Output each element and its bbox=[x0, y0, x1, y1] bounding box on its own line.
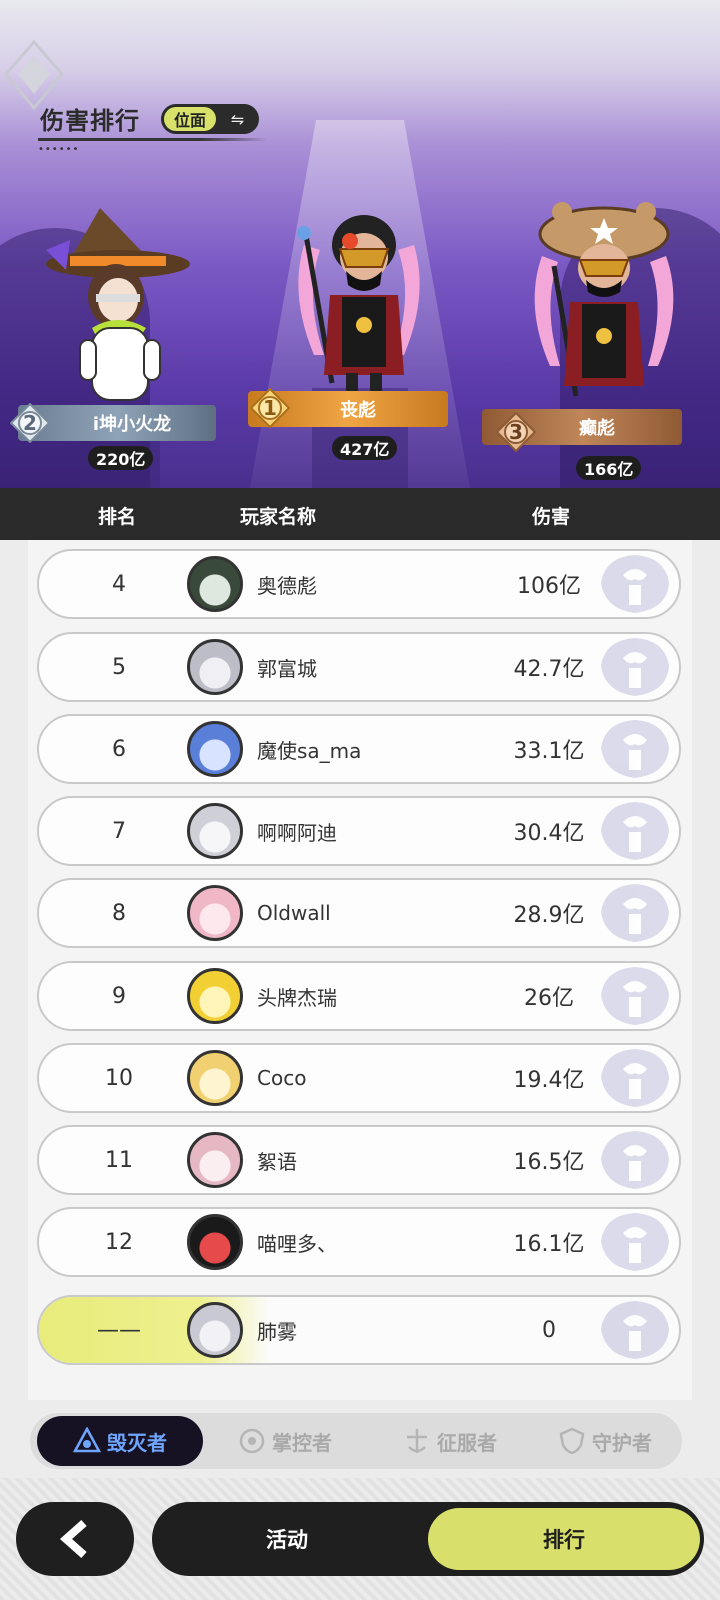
row-rank: 4 bbox=[112, 571, 126, 597]
row-rank: 10 bbox=[105, 1065, 133, 1091]
row-rank: 12 bbox=[105, 1229, 133, 1255]
player-avatar[interactable] bbox=[187, 1050, 243, 1106]
row-rank: —— bbox=[97, 1317, 141, 1343]
row-rank: 5 bbox=[112, 654, 126, 680]
table-row[interactable]: 7 啊啊阿迪 30.4亿 bbox=[37, 796, 681, 866]
table-row[interactable]: 11 絮语 16.5亿 bbox=[37, 1125, 681, 1195]
plane-label: 位面 bbox=[164, 107, 216, 131]
title-underline bbox=[38, 138, 268, 141]
row-emblem-icon bbox=[601, 720, 669, 778]
player-avatar[interactable] bbox=[187, 1302, 243, 1358]
player-name: Coco bbox=[257, 1066, 307, 1090]
player-name: 奥德彪 bbox=[257, 573, 317, 598]
controller-icon bbox=[239, 1428, 265, 1454]
row-rank: 8 bbox=[112, 900, 126, 926]
row-rank: 7 bbox=[112, 818, 126, 844]
back-button[interactable] bbox=[16, 1502, 134, 1576]
player-avatar[interactable] bbox=[187, 639, 243, 695]
row-emblem-icon bbox=[601, 967, 669, 1025]
destroyer-icon bbox=[73, 1427, 101, 1453]
tab-ranking[interactable]: 排行 bbox=[428, 1508, 700, 1570]
player-avatar[interactable] bbox=[187, 803, 243, 859]
rank-2-medal-icon: 2 bbox=[10, 403, 50, 443]
guardian-icon bbox=[559, 1427, 585, 1455]
table-row[interactable]: 4 奥德彪 106亿 bbox=[37, 549, 681, 619]
player-avatar[interactable] bbox=[187, 1214, 243, 1270]
row-emblem-icon bbox=[601, 1213, 669, 1271]
player-name: 啊啊阿迪 bbox=[257, 820, 337, 845]
page-title: 伤害排行 bbox=[40, 107, 140, 135]
row-rank: 6 bbox=[112, 736, 126, 762]
table-row[interactable]: 6 魔使sa_ma 33.1亿 bbox=[37, 714, 681, 784]
player-name: 絮语 bbox=[257, 1149, 297, 1174]
column-header-rank: 排名 bbox=[98, 506, 137, 528]
column-header-player: 玩家名称 bbox=[240, 506, 317, 528]
table-row[interactable]: 12 喵哩多、 16.1亿 bbox=[37, 1207, 681, 1277]
player-name: 肺雾 bbox=[257, 1319, 297, 1344]
player-avatar[interactable] bbox=[187, 556, 243, 612]
self-rank-row[interactable]: —— 肺雾 0 bbox=[37, 1295, 681, 1365]
table-row[interactable]: 8 Oldwall 28.9亿 bbox=[37, 878, 681, 948]
player-avatar[interactable] bbox=[187, 721, 243, 777]
table-row[interactable]: 10 Coco 19.4亿 bbox=[37, 1043, 681, 1113]
tab-destroyer[interactable]: 毁灭者 bbox=[37, 1416, 203, 1466]
rank-1-medal-icon: 1 bbox=[250, 388, 290, 428]
swap-icon: ⇋ bbox=[230, 109, 245, 129]
player-name: 喵哩多、 bbox=[257, 1231, 337, 1256]
player-avatar[interactable] bbox=[187, 968, 243, 1024]
table-row[interactable]: 9 头牌杰瑞 26亿 bbox=[37, 961, 681, 1031]
row-rank: 9 bbox=[112, 983, 126, 1009]
podium-damage-rank-2: 220亿 bbox=[88, 446, 154, 470]
row-emblem-icon bbox=[601, 638, 669, 696]
tab-activity[interactable]: 活动 bbox=[152, 1502, 422, 1576]
row-emblem-icon bbox=[601, 802, 669, 860]
row-emblem-icon bbox=[601, 555, 669, 613]
player-name: 魔使sa_ma bbox=[257, 738, 362, 763]
table-header: 排名 玩家名称 伤害 bbox=[0, 488, 720, 540]
player-avatar[interactable] bbox=[187, 885, 243, 941]
character-rank-3-avatar[interactable] bbox=[524, 196, 684, 406]
column-header-damage: 伤害 bbox=[532, 506, 571, 528]
chevron-left-icon bbox=[59, 1520, 87, 1558]
podium-damage-rank-3: 166亿 bbox=[576, 456, 642, 480]
player-name: 郭富城 bbox=[257, 656, 317, 681]
row-emblem-icon bbox=[601, 1131, 669, 1189]
tab-conqueror[interactable]: 征服者 bbox=[375, 1416, 525, 1466]
table-row[interactable]: 5 郭富城 42.7亿 bbox=[37, 632, 681, 702]
tab-controller[interactable]: 掌控者 bbox=[210, 1416, 360, 1466]
row-emblem-icon bbox=[601, 1049, 669, 1107]
conqueror-icon bbox=[407, 1429, 427, 1453]
player-avatar[interactable] bbox=[187, 1132, 243, 1188]
tab-guardian[interactable]: 守护者 bbox=[530, 1416, 680, 1466]
row-emblem-icon bbox=[601, 884, 669, 942]
corner-ornament-icon bbox=[4, 40, 64, 110]
character-rank-1-avatar[interactable] bbox=[284, 205, 434, 395]
podium-damage-rank-1: 427亿 bbox=[332, 436, 398, 460]
plane-toggle-button[interactable]: 位面 ⇋ bbox=[161, 104, 259, 134]
row-rank: 11 bbox=[105, 1147, 133, 1173]
title-dots: •••••• bbox=[38, 144, 80, 155]
rank-3-medal-icon: 3 bbox=[496, 412, 536, 452]
character-rank-2-avatar[interactable] bbox=[30, 200, 190, 405]
player-name: Oldwall bbox=[257, 901, 331, 925]
player-name: 头牌杰瑞 bbox=[257, 985, 337, 1010]
row-emblem-icon bbox=[601, 1301, 669, 1359]
